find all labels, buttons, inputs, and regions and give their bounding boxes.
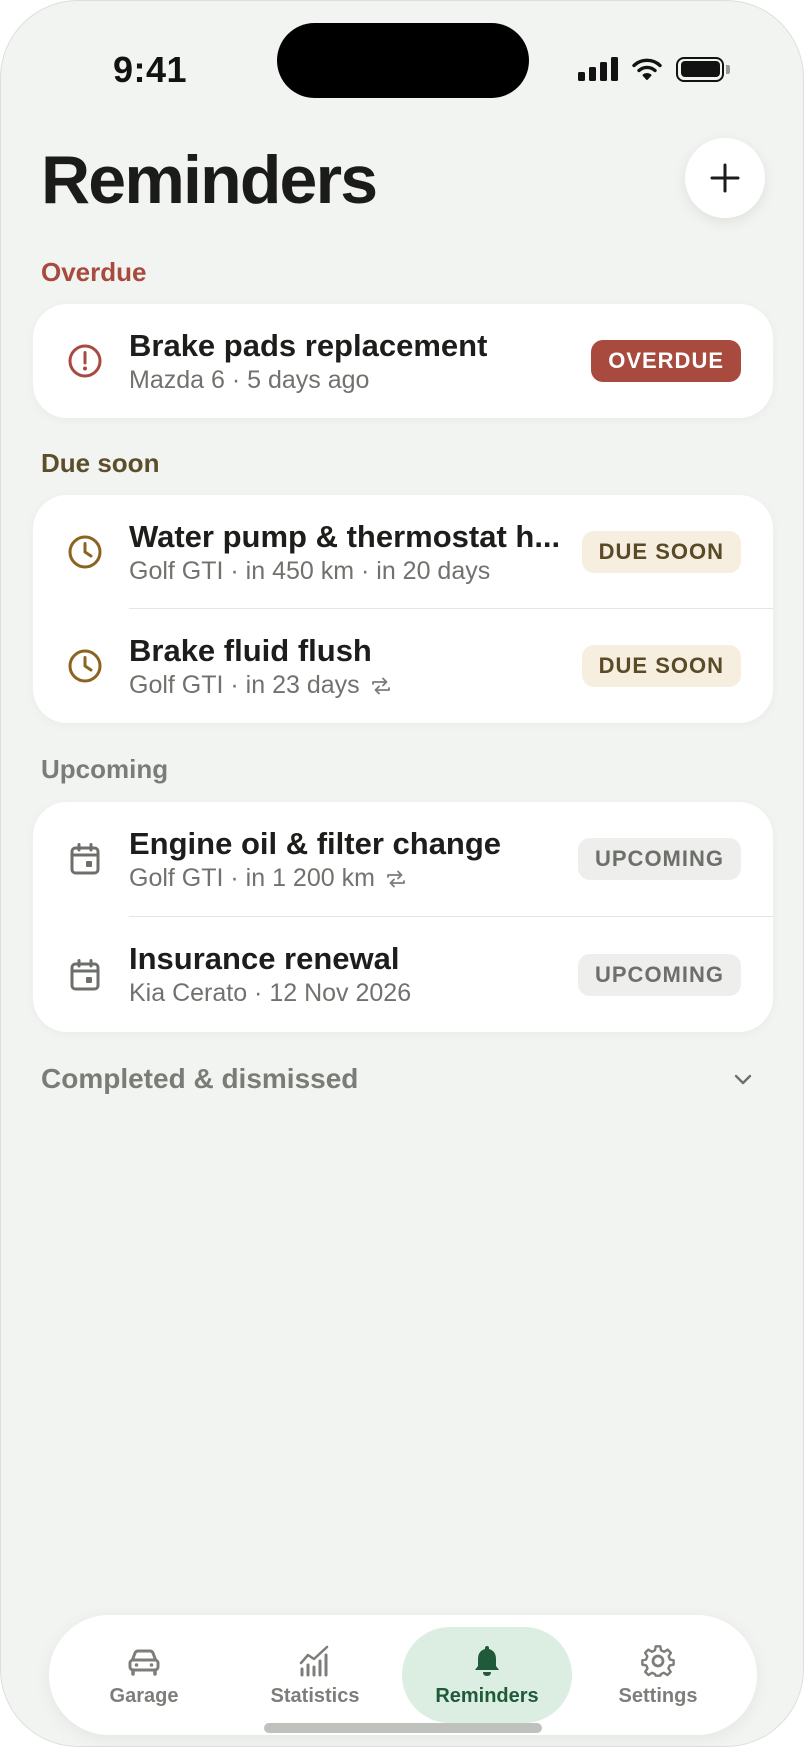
- clock-icon: [68, 535, 102, 569]
- section-label-overdue: Overdue: [41, 257, 147, 287]
- reminder-subtitle: Golf GTI · in 450 km · in 20 days: [129, 557, 490, 586]
- status-badge: OVERDUE: [591, 340, 741, 382]
- completed-dismissed-toggle[interactable]: Completed & dismissed: [41, 1059, 765, 1099]
- reminder-title: Water pump & thermostat h...: [129, 519, 561, 554]
- tab-statistics[interactable]: Statistics: [230, 1627, 400, 1723]
- overdue-card: Brake pads replacement Mazda 6 · 5 days …: [33, 304, 773, 418]
- reminder-row[interactable]: Brake fluid flush Golf GTI · in 23 days …: [33, 609, 773, 723]
- tab-settings[interactable]: Settings: [573, 1627, 743, 1723]
- reminder-row[interactable]: Insurance renewal Kia Cerato · 12 Nov 20…: [33, 917, 773, 1032]
- tab-bar: Garage Statistics Reminders Settings: [49, 1615, 757, 1735]
- reminder-subtitle-text: Kia Cerato · 12 Nov 2026: [129, 979, 412, 1007]
- calendar-icon: [70, 843, 100, 875]
- tab-label: Reminders: [435, 1684, 539, 1707]
- reminder-title: Brake pads replacement: [129, 328, 488, 363]
- status-badge: DUE SOON: [581, 645, 741, 687]
- cellular-signal-icon: [578, 57, 618, 81]
- gear-icon: [641, 1644, 675, 1677]
- reminder-row[interactable]: Brake pads replacement Mazda 6 · 5 days …: [33, 304, 773, 418]
- dynamic-island: [277, 23, 529, 98]
- status-icons: [578, 53, 730, 85]
- due-soon-card: Water pump & thermostat h... Golf GTI · …: [33, 495, 773, 723]
- bell-icon: [475, 1645, 499, 1676]
- section-label-upcoming: Upcoming: [41, 754, 169, 784]
- battery-icon: [676, 56, 730, 82]
- car-icon: [128, 1649, 160, 1676]
- tab-label: Garage: [109, 1684, 179, 1707]
- status-badge: DUE SOON: [581, 531, 741, 573]
- reminder-subtitle-text: Mazda 6 · 5 days ago: [129, 366, 370, 394]
- reminder-title: Insurance renewal: [129, 941, 400, 976]
- reminder-subtitle: Golf GTI · in 1 200 km: [129, 864, 407, 893]
- reminder-subtitle: Kia Cerato · 12 Nov 2026: [129, 979, 411, 1008]
- calendar-icon: [70, 959, 100, 991]
- home-indicator: [264, 1723, 542, 1733]
- reminder-title: Engine oil & filter change: [129, 826, 502, 861]
- reminder-subtitle-text: Golf GTI · in 1 200 km: [129, 864, 375, 892]
- alert-circle-icon: [68, 344, 102, 378]
- reminder-row[interactable]: Water pump & thermostat h... Golf GTI · …: [33, 495, 773, 609]
- repeat-icon: [371, 677, 390, 694]
- section-label-due-soon: Due soon: [41, 448, 160, 478]
- repeat-icon: [387, 870, 405, 887]
- tab-label: Statistics: [270, 1684, 360, 1707]
- tab-garage[interactable]: Garage: [59, 1627, 229, 1723]
- tab-reminders[interactable]: Reminders: [402, 1627, 572, 1723]
- tab-label: Settings: [618, 1684, 698, 1707]
- status-badge: UPCOMING: [578, 954, 741, 996]
- wifi-icon: [632, 58, 662, 80]
- reminder-title: Brake fluid flush: [129, 633, 372, 668]
- chart-icon: [299, 1645, 329, 1676]
- status-time: 9:41: [113, 49, 188, 90]
- reminder-subtitle-text: Golf GTI · in 23 days: [129, 671, 360, 699]
- add-reminder-button[interactable]: [685, 138, 765, 218]
- page-title: Reminders: [41, 142, 378, 218]
- reminder-subtitle-text: Golf GTI · in 450 km · in 20 days: [129, 557, 491, 585]
- clock-icon: [68, 649, 102, 683]
- chevron-down-icon: [734, 1074, 752, 1085]
- upcoming-card: Engine oil & filter change Golf GTI · in…: [33, 802, 773, 1032]
- reminder-subtitle: Golf GTI · in 23 days: [129, 671, 392, 700]
- phone-screen: 9:41 Reminders Overdue Brake pads replac…: [0, 0, 804, 1747]
- plus-icon: [710, 163, 740, 193]
- reminder-subtitle: Mazda 6 · 5 days ago: [129, 366, 369, 395]
- reminder-row[interactable]: Engine oil & filter change Golf GTI · in…: [33, 802, 773, 917]
- completed-dismissed-label: Completed & dismissed: [41, 1063, 359, 1094]
- status-badge: UPCOMING: [578, 838, 741, 880]
